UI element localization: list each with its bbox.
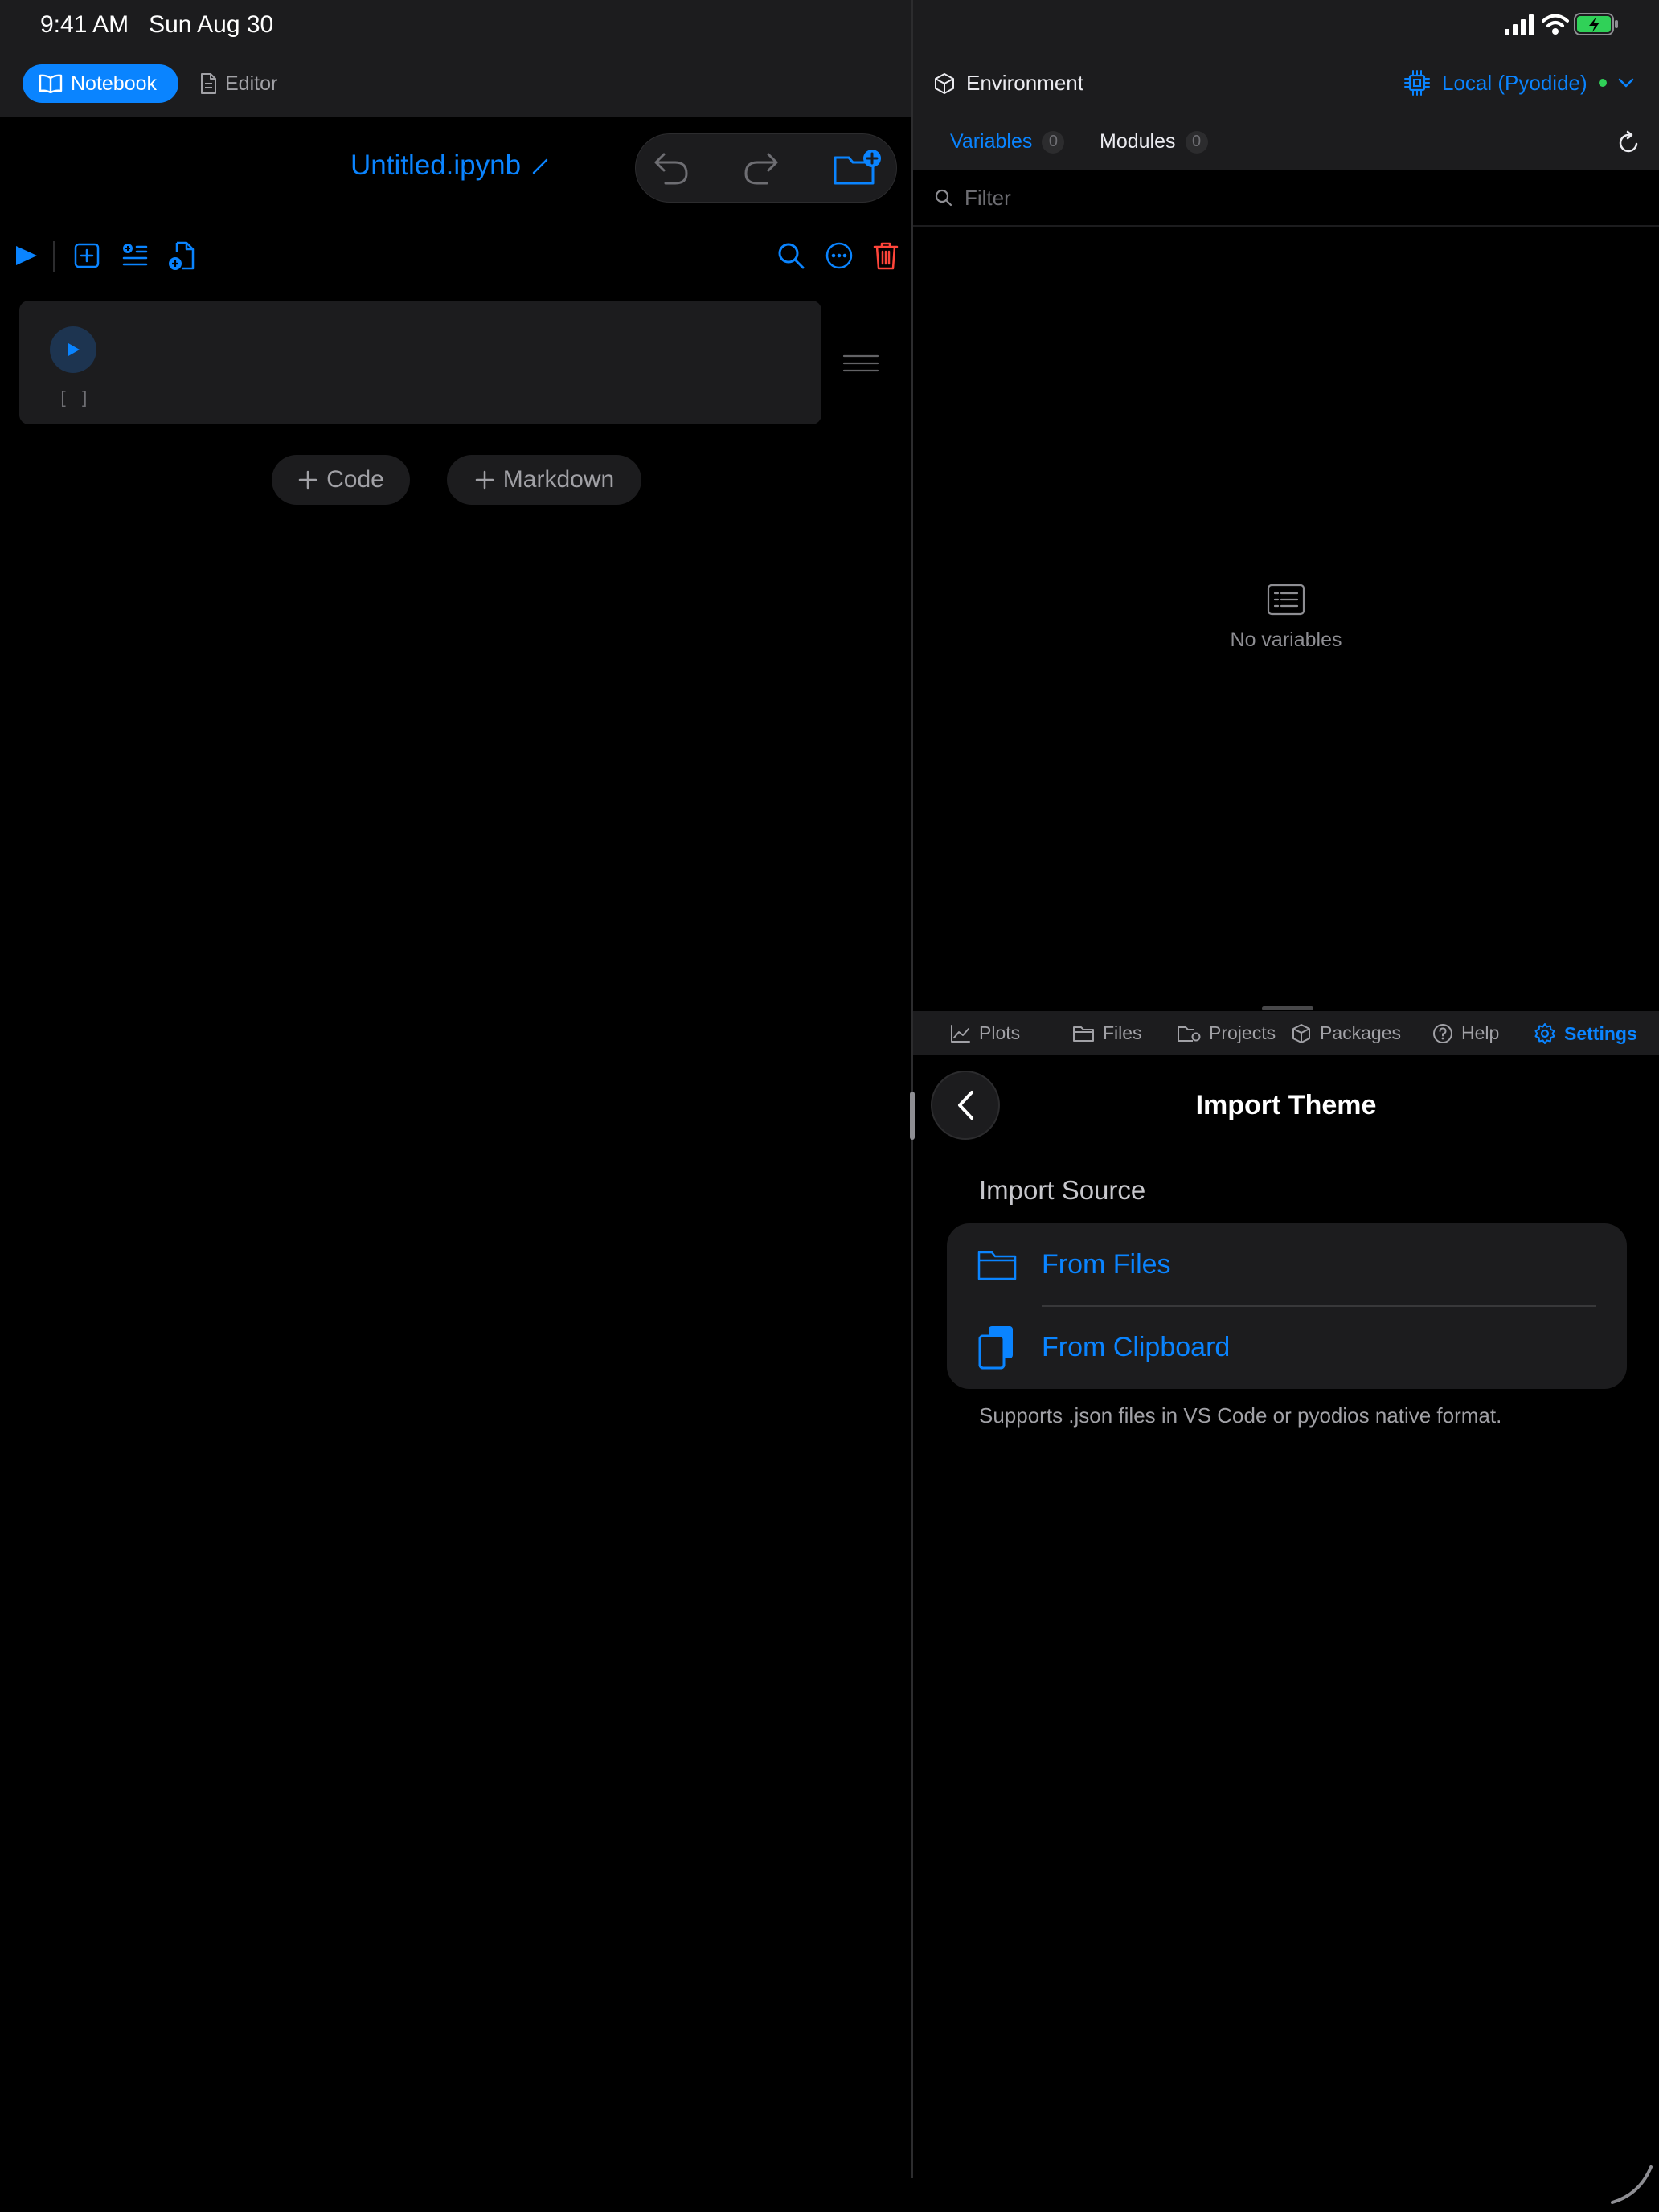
more-icon[interactable] <box>823 240 855 272</box>
search-icon[interactable] <box>775 240 807 272</box>
toolbar-divider <box>53 241 55 272</box>
plus-icon <box>297 469 318 490</box>
environment-label: Environment <box>966 71 1083 95</box>
book-icon <box>39 74 63 93</box>
folder-settings-icon <box>1177 1024 1201 1043</box>
empty-variables-text: No variables <box>1230 629 1342 651</box>
tab-settings-label: Settings <box>1564 1022 1637 1044</box>
panel-tab-bar: Plots Files Projects Packages Help Setti… <box>913 1011 1659 1055</box>
play-icon <box>64 341 82 358</box>
add-markdown-cell-icon[interactable] <box>119 240 151 272</box>
add-code-button[interactable]: Code <box>272 455 410 505</box>
tab-variables[interactable]: Variables 0 <box>950 130 1065 154</box>
from-files-button[interactable]: From Files <box>947 1223 1627 1306</box>
new-file-icon[interactable] <box>166 240 198 272</box>
tab-plots[interactable]: Plots <box>950 1022 1020 1044</box>
tab-help-label: Help <box>1461 1022 1500 1043</box>
import-format-note: Supports .json files in VS Code or pyodi… <box>979 1403 1502 1428</box>
from-clipboard-label: From Clipboard <box>1042 1332 1231 1362</box>
tab-variables-label: Variables <box>950 130 1033 153</box>
undo-icon[interactable] <box>653 151 690 186</box>
plus-icon <box>474 469 495 490</box>
tab-files[interactable]: Files <box>1072 1022 1142 1044</box>
package-icon <box>1291 1023 1312 1044</box>
modules-count-badge: 0 <box>1185 130 1208 154</box>
filter-bar <box>913 170 1659 227</box>
page-title: Import Theme <box>1195 1090 1377 1120</box>
drag-handle-icon[interactable] <box>842 354 879 373</box>
cell-execution-count: [ ] <box>58 389 90 409</box>
search-icon <box>934 188 953 207</box>
tab-modules-label: Modules <box>1100 130 1176 153</box>
cube-icon <box>934 72 955 95</box>
panel-resize-grip[interactable] <box>1262 1006 1313 1010</box>
runtime-selector[interactable]: Local (Pyodide) <box>1403 69 1634 96</box>
trash-icon[interactable] <box>870 240 902 272</box>
tab-files-label: Files <box>1103 1022 1142 1043</box>
notebook-tab-label: Notebook <box>71 72 158 95</box>
chart-icon <box>950 1024 971 1043</box>
runtime-label: Local (Pyodide) <box>1442 70 1587 95</box>
tab-modules[interactable]: Modules 0 <box>1100 130 1208 154</box>
tab-projects-label: Projects <box>1209 1022 1276 1043</box>
add-markdown-label: Markdown <box>502 466 615 493</box>
chevron-down-icon <box>1618 77 1634 88</box>
import-source-list: From Files From Clipboard <box>947 1223 1627 1389</box>
gear-icon <box>1534 1022 1556 1045</box>
notebook-title[interactable]: Untitled.ipynb <box>350 150 551 182</box>
signal-icon <box>1505 14 1535 35</box>
pencil-icon <box>530 155 551 176</box>
cpu-icon <box>1403 69 1431 96</box>
editor-tab-label: Editor <box>225 72 278 95</box>
document-icon <box>199 73 217 94</box>
code-cell[interactable]: [ ] <box>19 301 821 424</box>
add-code-label: Code <box>326 466 384 493</box>
empty-variables-state: No variables <box>913 584 1659 652</box>
tab-settings[interactable]: Settings <box>1534 1022 1637 1045</box>
folder-icon <box>1072 1024 1095 1043</box>
tab-packages-label: Packages <box>1320 1022 1402 1043</box>
run-all-icon[interactable] <box>11 240 43 272</box>
clipboard-icon <box>977 1325 1016 1371</box>
from-clipboard-button[interactable]: From Clipboard <box>947 1306 1627 1389</box>
status-time: 9:41 AM Sun Aug 30 <box>40 11 274 38</box>
redo-icon[interactable] <box>743 151 780 186</box>
section-header: Import Source <box>979 1175 1146 1205</box>
tab-projects[interactable]: Projects <box>1177 1022 1276 1044</box>
refresh-icon[interactable] <box>1616 130 1641 156</box>
new-folder-icon[interactable] <box>833 148 881 188</box>
folder-icon <box>977 1249 1018 1281</box>
tab-plots-label: Plots <box>979 1022 1021 1043</box>
wifi-icon <box>1542 13 1569 35</box>
variables-count-badge: 0 <box>1042 130 1065 154</box>
notebook-title-text: Untitled.ipynb <box>350 150 522 181</box>
runtime-status-dot <box>1598 79 1607 87</box>
cell-run-button[interactable] <box>50 326 96 373</box>
environment-header: Environment <box>934 71 1083 96</box>
from-files-label: From Files <box>1042 1249 1171 1280</box>
add-markdown-button[interactable]: Markdown <box>447 455 641 505</box>
tab-help[interactable]: Help <box>1432 1022 1499 1044</box>
tab-packages[interactable]: Packages <box>1291 1022 1401 1044</box>
resize-corner-icon[interactable] <box>1608 2162 1656 2207</box>
list-icon <box>1267 584 1305 616</box>
add-cell-icon[interactable] <box>71 240 103 272</box>
battery-icon <box>1574 13 1619 35</box>
filter-input[interactable] <box>965 185 1608 211</box>
notebook-tab[interactable]: Notebook <box>23 64 178 103</box>
editor-tab[interactable]: Editor <box>193 64 305 103</box>
split-divider[interactable] <box>911 0 913 2178</box>
help-icon <box>1432 1023 1453 1044</box>
